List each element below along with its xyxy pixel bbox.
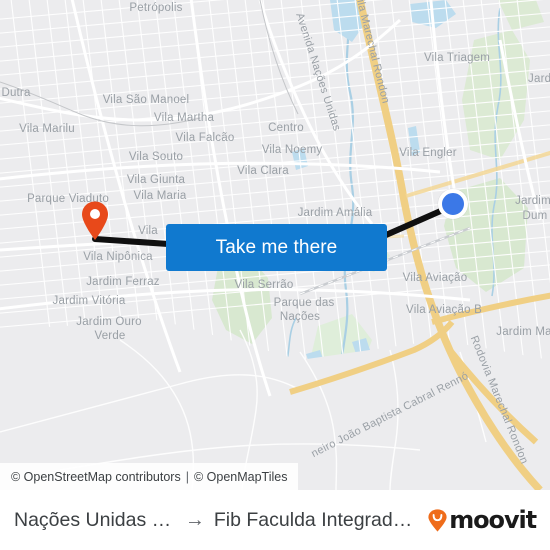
- attribution-separator: |: [185, 469, 189, 484]
- map-place-label: Vila Noemy: [261, 144, 323, 156]
- map-place-label: Vila: [138, 225, 158, 237]
- map-place-label: Jardim Ferraz: [86, 276, 160, 288]
- attribution-osm[interactable]: © OpenStreetMap contributors: [11, 470, 181, 484]
- map-place-label: Vila São Manoel: [102, 94, 190, 106]
- map-place-label: Parque Viaduto: [27, 193, 109, 205]
- trip-footer: Nações Unidas Qd-3... → Fib Faculda Inte…: [0, 490, 550, 550]
- map-place-label: Vila Triagem: [423, 52, 491, 64]
- map-place-label: Jardi: [528, 73, 550, 85]
- moovit-map-screen: Petrópolis Dutra Vila São Manoel Vila Marth…: [0, 0, 550, 550]
- map-park-label: Parque das: [273, 297, 335, 309]
- map-place-label: Vila Aviação B: [406, 304, 482, 316]
- moovit-wordmark: moovit: [449, 506, 537, 534]
- map-attribution: © OpenStreetMap contributors | © OpenMap…: [0, 463, 299, 490]
- map-place-label: Vila Engler: [399, 147, 457, 159]
- trip-destination-label: Fib Faculda Integradas De ...: [213, 508, 420, 531]
- trip-summary: Nações Unidas Qd-3... → Fib Faculda Inte…: [14, 509, 420, 532]
- map-place-label: Jardim Ma: [496, 326, 550, 338]
- map-place-label: Vila Falcão: [175, 132, 235, 144]
- map-place-label: Vila Souto: [128, 151, 184, 163]
- map-place-label: Dum: [522, 210, 548, 222]
- map-place-label: Vila Maria: [133, 190, 187, 202]
- map-place-label: Jardim Vitória: [52, 295, 126, 307]
- take-me-there-button[interactable]: Take me there: [166, 224, 387, 271]
- map-place-label: Vila Serrão: [234, 279, 294, 291]
- arrow-right-icon: →: [184, 509, 205, 531]
- map-place-label: Vila Nipônica: [83, 251, 153, 263]
- map-place-label: Vila Aviação: [402, 272, 468, 284]
- trip-origin-label: Nações Unidas Qd-3...: [14, 508, 176, 531]
- map-park-label: Nações: [279, 311, 321, 323]
- map-place-label: Centro: [268, 122, 304, 134]
- moovit-logo[interactable]: moovit: [428, 506, 537, 534]
- map-place-label: Jardim: [515, 195, 550, 207]
- map-place-label: Jardim Ouro: [76, 316, 142, 328]
- map-place-label: Verde: [94, 330, 126, 342]
- moovit-pin-icon: [428, 508, 447, 532]
- map-place-label: Vila Marilu: [19, 123, 75, 135]
- map-place-label: Petrópolis: [129, 2, 183, 14]
- map-place-label: Jardim Amália: [297, 207, 373, 219]
- map-place-label: Vila Martha: [153, 112, 215, 124]
- map-canvas[interactable]: Petrópolis Dutra Vila São Manoel Vila Marth…: [0, 0, 550, 490]
- map-place-label: Dutra: [1, 87, 31, 99]
- map-place-label: Vila Giunta: [126, 174, 186, 186]
- attribution-tiles[interactable]: © OpenMapTiles: [194, 470, 288, 484]
- map-place-label: Vila Clara: [237, 165, 289, 177]
